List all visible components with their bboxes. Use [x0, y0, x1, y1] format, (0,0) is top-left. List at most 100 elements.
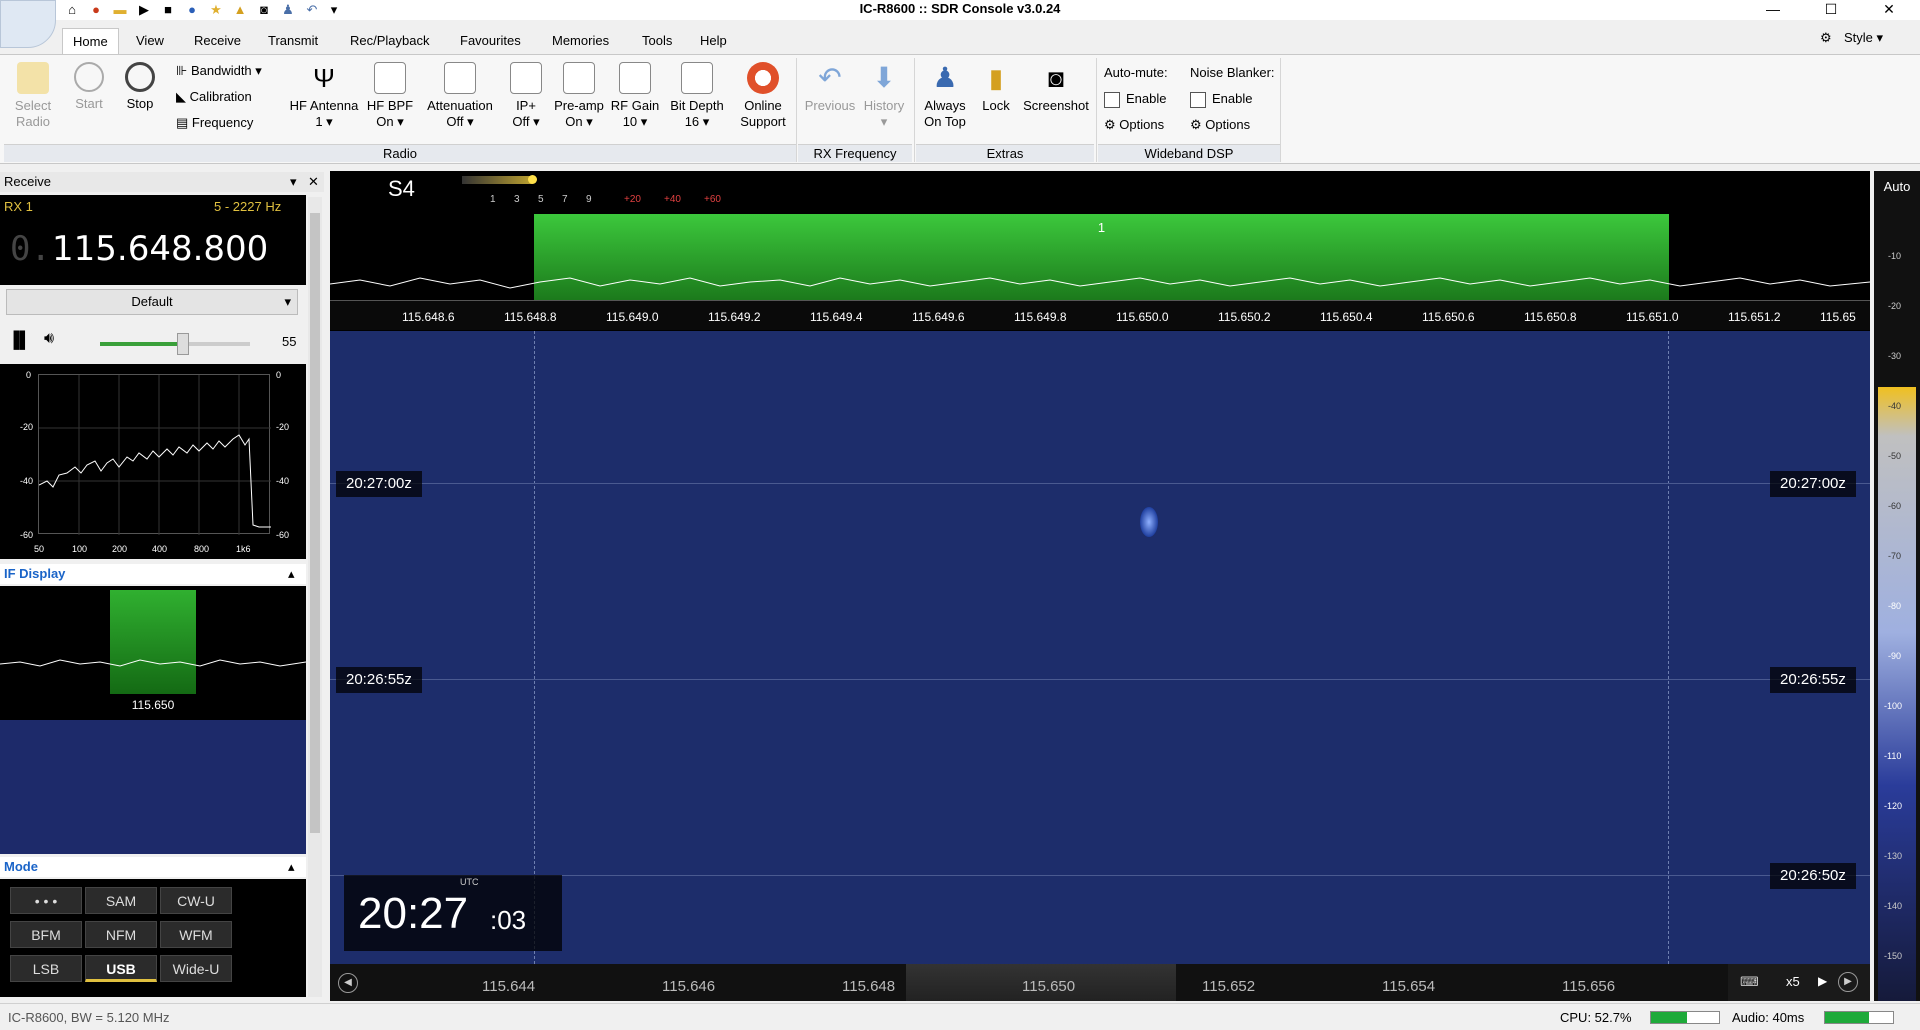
mode-header[interactable]: Mode ▴ — [0, 857, 306, 877]
tab-favourites[interactable]: Favourites — [450, 28, 531, 54]
auto-mute-checkbox[interactable] — [1104, 91, 1120, 108]
clock-seconds: :03 — [490, 905, 527, 935]
minimize-button[interactable]: — — [1750, 0, 1796, 20]
gear-icon[interactable]: ⚙ — [1820, 30, 1832, 46]
rf-gain-button[interactable]: RF Gain 10 ▾ — [608, 62, 662, 130]
style-dropdown[interactable]: Style ▾ — [1844, 30, 1883, 46]
frequency-value[interactable]: 115.648.800 — [52, 229, 268, 269]
mode-more-button[interactable]: • • • — [10, 887, 82, 914]
zoom-value[interactable]: x5 — [1786, 974, 1800, 989]
if-display-header[interactable]: IF Display ▴ — [0, 564, 306, 584]
volume-value: 55 — [282, 334, 297, 349]
maximize-button[interactable]: ☐ — [1808, 0, 1854, 20]
noise-blanker-enable[interactable]: Enable — [1190, 90, 1252, 108]
tab-receive[interactable]: Receive — [184, 28, 251, 54]
hf-bpf-button[interactable]: HF BPF On ▾ — [364, 62, 416, 130]
collapse-icon[interactable]: ▴ — [288, 857, 295, 877]
select-radio-button[interactable]: Select Radio — [8, 62, 58, 130]
close-button[interactable]: ✕ — [1866, 0, 1912, 20]
frequency-button[interactable]: ▤ Frequency — [176, 114, 253, 132]
tab-home[interactable]: Home — [62, 28, 119, 54]
play-icon[interactable]: ▶ — [136, 2, 152, 18]
app-menu-button[interactable] — [0, 0, 56, 48]
scroll-left-icon[interactable]: ◀ — [338, 973, 358, 993]
tab-rec-playback[interactable]: Rec/Playback — [340, 28, 439, 54]
undo-icon[interactable]: ↶ — [304, 2, 320, 18]
zoom-next-icon[interactable]: ▶ — [1818, 974, 1827, 988]
volume-thumb[interactable] — [176, 333, 189, 355]
tab-view[interactable]: View — [126, 28, 174, 54]
mode-wideu-button[interactable]: Wide-U — [160, 955, 232, 982]
home-icon[interactable]: ⌂ — [64, 2, 80, 18]
mode-cwu-button[interactable]: CW-U — [160, 887, 232, 914]
auto-level-button[interactable]: Auto — [1874, 179, 1920, 194]
collapse-icon[interactable]: ▴ — [288, 564, 295, 584]
left-scrollbar[interactable] — [308, 197, 322, 997]
start-button[interactable]: Start — [64, 62, 114, 112]
screenshot-button[interactable]: ◙ Screenshot — [1020, 62, 1092, 114]
hf-antenna-button[interactable]: Ψ HF Antenna 1 ▾ — [288, 62, 360, 130]
passband-edge — [1668, 331, 1669, 964]
stop-button[interactable]: Stop — [115, 62, 165, 112]
always-on-top-button[interactable]: ♟ Always On Top — [918, 62, 972, 130]
tab-transmit[interactable]: Transmit — [258, 28, 328, 54]
lock-button[interactable]: ▮ Lock — [976, 62, 1016, 114]
bit-depth-button[interactable]: Bit Depth 16 ▾ — [666, 62, 728, 130]
person-icon[interactable]: ♟ — [280, 2, 296, 18]
if-display[interactable]: 115.650 — [0, 586, 306, 720]
bottom-frequency-bar[interactable]: ◀ 115.644 115.646 115.648 115.650 115.65… — [330, 964, 1870, 1001]
volume-slider[interactable] — [100, 333, 250, 355]
frequency-display[interactable]: RX 1 5 - 2227 Hz 0. 115.648.800 — [0, 195, 306, 285]
noise-blanker-checkbox[interactable] — [1190, 91, 1206, 108]
level-scale[interactable]: Auto -10 -20 -30 -40 -50 -60 -70 -80 -90… — [1874, 171, 1920, 1001]
mode-lsb-button[interactable]: LSB — [10, 955, 82, 982]
close-icon[interactable]: ✕ — [308, 172, 319, 192]
calibration-button[interactable]: ◣ Calibration — [176, 88, 252, 106]
rf-gain-icon — [619, 62, 651, 94]
timestamp-label: 20:26:55z — [1770, 667, 1856, 693]
star-icon[interactable]: ★ — [208, 2, 224, 18]
tab-tools[interactable]: Tools — [632, 28, 682, 54]
speaker-icon[interactable]: 🔊︎ — [44, 330, 54, 348]
scroll-right-icon[interactable]: ▶ — [1838, 972, 1858, 992]
enable-label: Enable — [1212, 91, 1253, 106]
auto-mute-options[interactable]: ⚙ Options — [1104, 116, 1164, 134]
camera-icon[interactable]: ◙ — [256, 2, 272, 18]
ip-plus-button[interactable]: IP+ Off ▾ — [506, 62, 546, 130]
frequency-scale[interactable]: 115.648.6 115.648.8 115.649.0 115.649.2 … — [330, 300, 1870, 330]
mode-bfm-button[interactable]: BFM — [10, 921, 82, 948]
mode-usb-button[interactable]: USB — [85, 955, 157, 982]
previous-button[interactable]: ↶ Previous — [802, 62, 858, 114]
enable-label: Enable — [1126, 91, 1167, 106]
pin-icon[interactable]: ▾ — [290, 172, 297, 192]
quick-access-dropdown-icon[interactable]: ▾ — [326, 2, 342, 18]
preset-dropdown[interactable]: Default ▾ — [6, 289, 298, 315]
mode-sam-button[interactable]: SAM — [85, 887, 157, 914]
mode-title: Mode — [4, 859, 38, 874]
calibration-label: Calibration — [189, 89, 252, 104]
bandwidth-button[interactable]: ⊪ Bandwidth ▾ — [176, 62, 262, 80]
scrollbar-thumb[interactable] — [310, 213, 320, 833]
auto-mute-enable[interactable]: Enable — [1104, 90, 1166, 108]
keyboard-icon[interactable]: ⌨ — [1740, 974, 1759, 990]
folder-icon[interactable]: ▬ — [112, 2, 128, 18]
preamp-button[interactable]: Pre-amp On ▾ — [552, 62, 606, 130]
utc-label: UTC — [460, 877, 479, 887]
if-passband[interactable] — [110, 590, 196, 694]
bars-icon[interactable]: ▐▌ — [8, 332, 31, 350]
stop-icon[interactable]: ■ — [160, 2, 176, 18]
history-button[interactable]: ⬇ History ▾ — [858, 62, 910, 130]
mode-wfm-button[interactable]: WFM — [160, 921, 232, 948]
audio-fill — [1825, 1012, 1870, 1023]
undo-arrow-icon: ↶ — [818, 62, 842, 93]
attenuation-button[interactable]: Attenuation Off ▾ — [422, 62, 498, 130]
record-icon[interactable]: ● — [184, 2, 200, 18]
mode-nfm-button[interactable]: NFM — [85, 921, 157, 948]
support-icon[interactable]: ● — [88, 2, 104, 18]
noise-blanker-options[interactable]: ⚙ Options — [1190, 116, 1250, 134]
tab-memories[interactable]: Memories — [542, 28, 619, 54]
lock-icon[interactable]: ▲ — [232, 2, 248, 18]
tab-help[interactable]: Help — [690, 28, 737, 54]
waterfall[interactable]: 20:27:00z 20:27:00z 20:26:55z 20:26:55z … — [330, 331, 1870, 964]
online-support-button[interactable]: Online Support — [734, 62, 792, 130]
